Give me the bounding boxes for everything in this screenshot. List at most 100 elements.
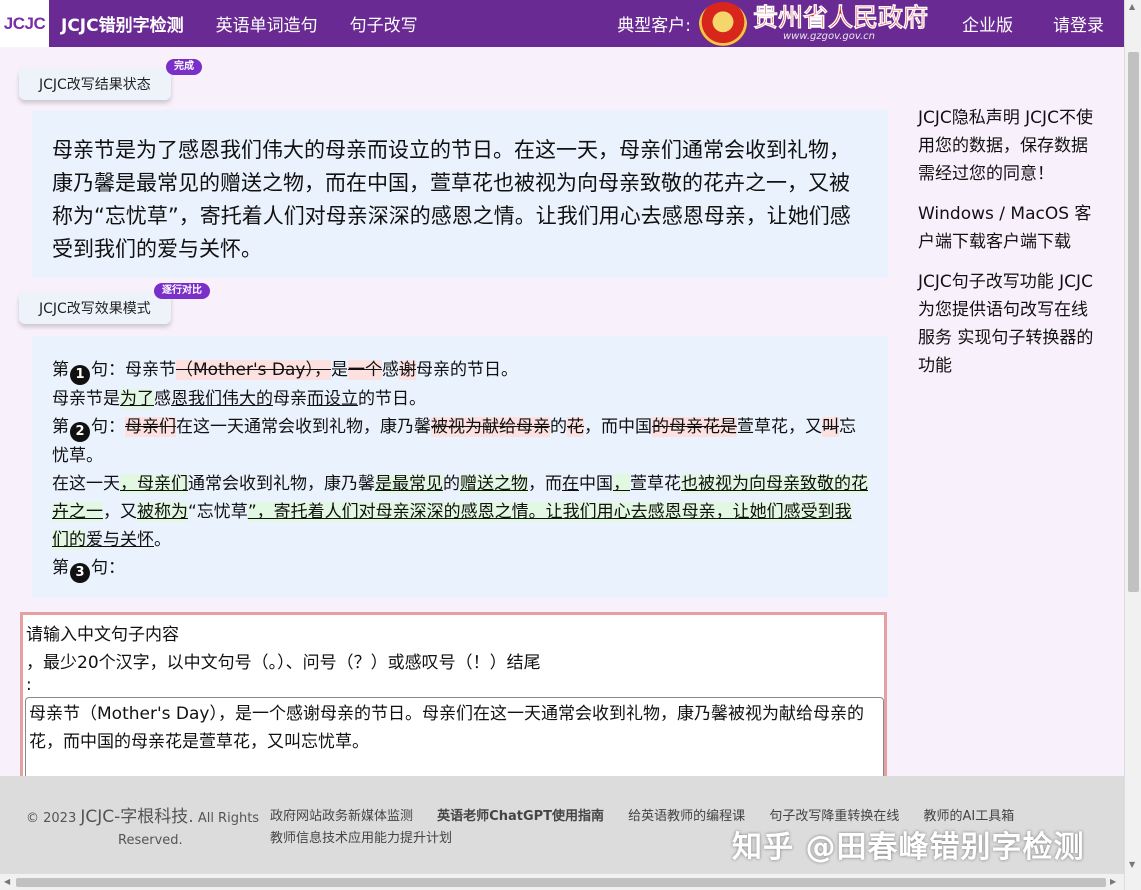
unchanged-segment: ，而 <box>528 474 562 494</box>
site-logo[interactable]: JCJC <box>0 0 49 47</box>
sentence-prefix: 第 <box>52 360 69 380</box>
unchanged-segment: ，又 <box>103 502 137 522</box>
unchanged-segment: 母亲 <box>273 389 307 409</box>
inserted-segment: 为了 <box>120 389 154 409</box>
unchanged-segment: 在这一天 <box>52 474 120 494</box>
inserted-segment: ，母亲们 <box>120 474 188 494</box>
footer-link-gov-monitor[interactable]: 政府网站政务新媒体监测 <box>270 809 413 824</box>
scroll-left-arrow-icon[interactable]: ◀ <box>4 877 10 886</box>
scroll-down-arrow-icon[interactable]: ▼ <box>1129 860 1135 869</box>
nav-sentence-rewrite-link[interactable]: 句子改写 <box>334 11 434 36</box>
login-link[interactable]: 请登录 <box>1033 11 1124 36</box>
changed-segment: 爱与关怀 <box>86 530 154 550</box>
inserted-segment: 被称为 <box>137 502 188 522</box>
unchanged-segment: 母亲节是 <box>52 389 120 409</box>
zhihu-watermark: 知乎 @田春峰错别字检测 <box>732 830 1085 865</box>
changed-segment: 恩我们伟大的 <box>171 389 273 409</box>
inserted-segment: 是最常见 <box>375 474 443 494</box>
deleted-segment: 谢 <box>398 360 416 380</box>
changed-segment: 在 <box>562 474 579 494</box>
unchanged-segment: 母亲节 <box>125 360 176 380</box>
company-name: JCJC-字根科技. <box>80 807 194 827</box>
sentence-suffix: 句： <box>91 417 125 437</box>
gov-name: 贵州省人民政府 <box>752 3 929 32</box>
unchanged-segment: 中国 <box>579 474 613 494</box>
deleted-segment: 叫 <box>822 417 839 437</box>
unchanged-segment: 萱草花，又 <box>737 417 822 437</box>
client-download-link[interactable]: Windows / MacOS 客户端下载客户端下载 <box>918 200 1098 256</box>
sentence-2-original: 第 2 句：母亲们在这一天通常会收到礼物，康乃馨被视为献给母亲的花，而中国的母亲花是… <box>52 413 868 470</box>
sentence-number-2: 2 <box>70 422 90 442</box>
result-status-tab: JCJC改写结果状态 <box>19 68 171 100</box>
nav-brand-link[interactable]: JCJC错别字检测 <box>49 11 200 36</box>
changed-segment: 而设立 <box>307 389 358 409</box>
sentence-2-orig-segments: 母亲们在这一天通常会收到礼物，康乃馨被视为献给母亲的花，而中国的母亲花是萱草花，… <box>52 417 856 466</box>
input-label-line1: 请输入中文句子内容 <box>26 625 179 645</box>
result-status-label: JCJC改写结果状态 <box>39 77 151 93</box>
input-label-line3: : <box>26 675 32 695</box>
unchanged-segment: 母亲的节日。 <box>415 360 518 380</box>
sentence-prefix: 第 <box>52 558 69 578</box>
gov-url: www.gzgov.gov.cn <box>782 31 875 42</box>
deleted-segment: （Mother's Day）， <box>176 360 331 380</box>
scroll-up-arrow-icon[interactable]: ▲ <box>1129 2 1135 11</box>
unchanged-segment: 的节日。 <box>358 389 426 409</box>
input-section: 请输入中文句子内容 ，最少20个汉字，以中文句号（。）、问号（？）或感叹号（！）… <box>20 612 887 782</box>
sentence-number-1: 1 <box>70 365 90 385</box>
footer-link-programming-course[interactable]: 给英语教师的编程课 <box>628 809 745 824</box>
enterprise-link[interactable]: 企业版 <box>942 11 1033 36</box>
clients-label: 典型客户: <box>617 16 691 36</box>
sentence-input-textarea[interactable]: 母亲节（Mother's Day），是一个感谢母亲的节日。母亲们在这一天通常会收… <box>25 697 884 779</box>
copyright: © 2023 JCJC-字根科技. All Rights Reserved. <box>26 806 259 852</box>
unchanged-segment: 感 <box>154 389 171 409</box>
right-sidebar: JCJC隐私声明 JCJC不使用您的数据，保存数据需经过您的同意！ Window… <box>918 104 1098 392</box>
deleted-segment: 一个 <box>347 360 382 380</box>
privacy-statement-link[interactable]: JCJC隐私声明 JCJC不使用您的数据，保存数据需经过您的同意！ <box>918 104 1098 188</box>
unchanged-segment: 的 <box>443 474 460 494</box>
deleted-segment: 花 <box>567 417 584 437</box>
unchanged-segment: 萱草花 <box>630 474 681 494</box>
vertical-scrollbar[interactable]: ▲ ▼ <box>1124 0 1141 890</box>
compare-badge: 逐行对比 <box>154 283 210 299</box>
unchanged-segment: 是 <box>330 360 348 380</box>
footer: © 2023 JCJC-字根科技. All Rights Reserved. 政… <box>0 776 1124 873</box>
unchanged-segment: 通常会收到礼物，康乃馨 <box>188 474 375 494</box>
footer-link-chatgpt-guide[interactable]: 英语老师ChatGPT使用指南 <box>437 809 604 824</box>
unchanged-segment: “忘忧草 <box>188 502 248 522</box>
scroll-right-arrow-icon[interactable]: ▶ <box>1110 877 1116 886</box>
unchanged-segment: 感 <box>381 360 399 380</box>
sentence-1-rewritten: 母亲节是为了感恩我们伟大的母亲而设立的节日。 <box>52 385 868 413</box>
line-compare-box: 第 1 句：母亲节（Mother's Day），是一个感谢母亲的节日。 母亲节是为了… <box>32 336 888 598</box>
input-label-line2: ，最少20个汉字，以中文句号（。）、问号（？）或感叹号（！）结尾 <box>26 653 541 673</box>
rights-text: All Rights <box>197 811 260 826</box>
rewrite-result-box: 母亲节是为了感恩我们伟大的母亲而设立的节日。在这一天，母亲们通常会收到礼物，康乃… <box>32 110 888 278</box>
sentence-3-original: 第 3 句： <box>52 554 868 583</box>
inserted-segment: 赠送之物 <box>460 474 528 494</box>
deleted-segment: 被视为献给母亲 <box>431 417 550 437</box>
nav-word-sentence-link[interactable]: 英语单词造句 <box>200 11 334 36</box>
reserved-text: Reserved. <box>118 833 183 848</box>
unchanged-segment: 的 <box>550 417 567 437</box>
footer-link-it-skills-plan[interactable]: 教师信息技术应用能力提升计划 <box>270 831 452 846</box>
sentence-suffix: 句： <box>91 558 125 578</box>
feature-description-link[interactable]: JCJC句子改写功能 JCJC为您提供语句改写在线服务 实现句子转换器的功能 <box>918 268 1098 380</box>
top-navbar: JCJC JCJC错别字检测 英语单词造句 句子改写 典型客户: 贵州省人民政府… <box>0 0 1124 47</box>
gov-client-logo: 贵州省人民政府 www.gzgov.gov.cn <box>752 3 929 42</box>
inserted-segment: ， <box>613 474 630 494</box>
horizontal-scroll-thumb[interactable] <box>16 878 1106 887</box>
compare-mode-tab: JCJC改写效果模式 <box>19 292 171 324</box>
rewrite-result-text: 母亲节是为了感恩我们伟大的母亲而设立的节日。在这一天，母亲们通常会收到礼物，康乃… <box>52 138 851 261</box>
copyright-year: © 2023 <box>26 811 77 826</box>
unchanged-segment: 。 <box>154 530 171 550</box>
national-emblem-icon <box>698 1 747 46</box>
status-badge: 完成 <box>166 59 202 75</box>
sentence-suffix: 句： <box>91 360 125 380</box>
compare-mode-label: JCJC改写效果模式 <box>39 301 151 317</box>
unchanged-segment: ，而中国 <box>584 417 652 437</box>
sentence-1-orig-segments: 母亲节（Mother's Day），是一个感谢母亲的节日。 <box>125 360 518 380</box>
vertical-scroll-thumb[interactable] <box>1128 52 1139 592</box>
sentence-1-original: 第 1 句：母亲节（Mother's Day），是一个感谢母亲的节日。 <box>52 356 868 385</box>
unchanged-segment: 在这一天通常会收到礼物，康乃馨 <box>176 417 431 437</box>
horizontal-scrollbar[interactable]: ◀ ▶ <box>0 873 1124 890</box>
nav-right-group: 典型客户: 贵州省人民政府 www.gzgov.gov.cn 企业版 请登录 <box>617 0 1124 47</box>
